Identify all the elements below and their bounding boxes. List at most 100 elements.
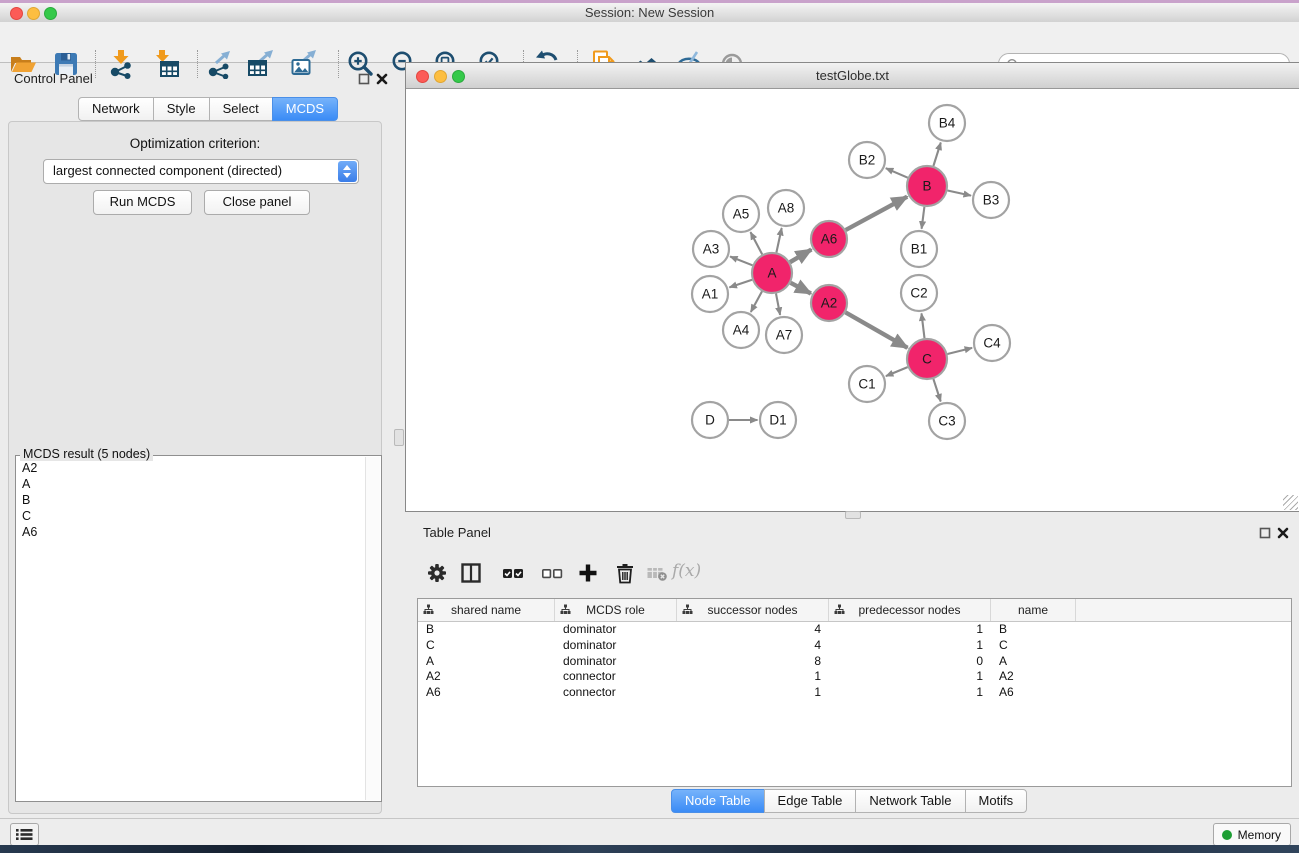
tab-mcds[interactable]: MCDS — [272, 97, 338, 121]
list-icon — [12, 825, 37, 844]
graph-edge-A-A7[interactable] — [776, 294, 780, 315]
tab-edge-table[interactable]: Edge Table — [764, 789, 857, 813]
result-item[interactable]: B — [17, 492, 366, 508]
graph-edge-A-A8[interactable] — [776, 228, 781, 253]
column-header-successor-nodes[interactable]: successor nodes — [677, 599, 829, 621]
bottom-splitter-handle[interactable] — [845, 511, 861, 519]
column-header-MCDS-role[interactable]: MCDS role — [555, 599, 677, 621]
result-list-scrollbar[interactable] — [365, 457, 380, 800]
graph-edge-C-C3[interactable] — [933, 379, 940, 402]
graph-edge-C-C1[interactable] — [886, 367, 908, 376]
left-splitter-handle[interactable] — [394, 429, 404, 446]
status-bar: Memory — [0, 818, 1299, 846]
column-header-name[interactable]: name — [991, 599, 1076, 621]
column-header-shared-name[interactable]: shared name — [418, 599, 555, 621]
import-table-button[interactable] — [151, 49, 181, 79]
close-panel-button[interactable]: Close panel — [204, 190, 310, 215]
run-mcds-button[interactable]: Run MCDS — [93, 190, 192, 215]
mcds-result-group: MCDS result (5 nodes) A2ABCA6 — [15, 455, 382, 802]
graph-edge-A-A5[interactable] — [751, 232, 763, 254]
import-network-icon — [106, 49, 136, 79]
table-panel-close-button[interactable] — [1277, 527, 1289, 539]
toolbar-separator — [197, 50, 198, 78]
graph-edge-A-A3[interactable] — [730, 257, 752, 266]
delete-column-button[interactable] — [613, 561, 637, 585]
graph-edge-A-A6[interactable] — [790, 250, 811, 263]
cell-successor-nodes: 8 — [677, 654, 829, 670]
table-row[interactable]: Cdominator41C — [418, 638, 1291, 654]
task-history-button[interactable] — [10, 823, 39, 846]
network-window-title: testGlobe.txt — [406, 63, 1299, 88]
delete-table-icon — [645, 561, 669, 585]
tab-select[interactable]: Select — [209, 97, 273, 121]
mcds-result-list[interactable]: A2ABCA6 — [17, 460, 366, 800]
table-row[interactable]: A2connector11A2 — [418, 669, 1291, 685]
import-table-icon — [151, 49, 181, 79]
export-table-icon — [246, 49, 276, 79]
delete-table-button[interactable] — [645, 561, 669, 585]
network-canvas[interactable]: B4B2BB3A5A8A6A3AB1A1A2C2A4A7C4CC1C3DD1 — [406, 89, 1297, 510]
export-network-button[interactable] — [204, 49, 234, 79]
resize-grip-icon[interactable] — [1283, 495, 1298, 510]
cell-predecessor-nodes: 0 — [829, 654, 991, 670]
result-item[interactable]: C — [17, 508, 366, 524]
node-table: shared nameMCDS rolesuccessor nodesprede… — [417, 598, 1292, 787]
graph-edge-B-B2[interactable] — [886, 168, 908, 178]
graph-edge-C-C4[interactable] — [947, 348, 972, 354]
export-image-icon — [289, 49, 319, 79]
cell-successor-nodes: 1 — [677, 669, 829, 685]
cell-MCDS-role: dominator — [555, 622, 677, 638]
graph-edge-A-A1[interactable] — [729, 280, 752, 288]
plus-icon — [576, 561, 600, 585]
export-image-button[interactable] — [289, 49, 319, 79]
function-builder-button[interactable]: f(x) — [672, 561, 701, 581]
trash-icon — [613, 561, 637, 585]
graph-edge-A-A2[interactable] — [791, 283, 811, 294]
tab-node-table[interactable]: Node Table — [671, 789, 765, 813]
desktop-wallpaper — [0, 845, 1299, 853]
table-row[interactable]: A6connector11A6 — [418, 685, 1291, 701]
memory-button[interactable]: Memory — [1213, 823, 1291, 846]
graph-edge-B-B4[interactable] — [933, 143, 940, 167]
export-table-button[interactable] — [246, 49, 276, 79]
tab-motifs[interactable]: Motifs — [965, 789, 1028, 813]
table-row[interactable]: Adominator80A — [418, 654, 1291, 670]
graph-node-label: A4 — [733, 323, 750, 338]
column-network-icon — [423, 604, 434, 615]
tab-style[interactable]: Style — [153, 97, 210, 121]
cell-shared-name: A6 — [418, 685, 555, 701]
graph-edge-B-B3[interactable] — [948, 191, 972, 196]
table-row[interactable]: Bdominator41B — [418, 622, 1291, 638]
graph-edge-A2-C[interactable] — [846, 312, 908, 347]
network-window-titlebar: testGlobe.txt — [406, 63, 1299, 89]
tab-network[interactable]: Network — [78, 97, 154, 121]
import-network-button[interactable] — [106, 49, 136, 79]
graph-edge-C-C2[interactable] — [922, 313, 925, 338]
float-icon — [358, 73, 370, 85]
graph-edge-A6-B[interactable] — [846, 197, 908, 230]
column-header-predecessor-nodes[interactable]: predecessor nodes — [829, 599, 991, 621]
close-icon — [376, 73, 388, 85]
cell-MCDS-role: dominator — [555, 654, 677, 670]
tab-network-table[interactable]: Network Table — [855, 789, 965, 813]
graph-edge-B-B1[interactable] — [922, 207, 925, 229]
checked-boxes-icon — [501, 561, 525, 585]
result-item[interactable]: A2 — [17, 460, 366, 476]
select-all-columns-button[interactable] — [501, 561, 525, 585]
graph-edge-A-A4[interactable] — [751, 291, 762, 312]
unselect-all-columns-button[interactable] — [540, 561, 564, 585]
criterion-dropdown[interactable]: largest connected component (directed) — [43, 159, 359, 184]
control-panel-float-button[interactable] — [358, 73, 370, 85]
toggle-panes-button[interactable] — [459, 561, 483, 585]
graph-node-label: B — [922, 179, 931, 194]
graph-node-label: A — [767, 266, 776, 281]
create-column-button[interactable] — [576, 561, 600, 585]
result-item[interactable]: A6 — [17, 524, 366, 540]
control-panel-close-button[interactable] — [376, 73, 388, 85]
table-panel-float-button[interactable] — [1259, 527, 1271, 539]
graph-node-label: C1 — [858, 377, 875, 392]
column-network-icon — [834, 604, 845, 615]
result-item[interactable]: A — [17, 476, 366, 492]
cell-shared-name: A2 — [418, 669, 555, 685]
table-settings-button[interactable] — [425, 561, 449, 585]
